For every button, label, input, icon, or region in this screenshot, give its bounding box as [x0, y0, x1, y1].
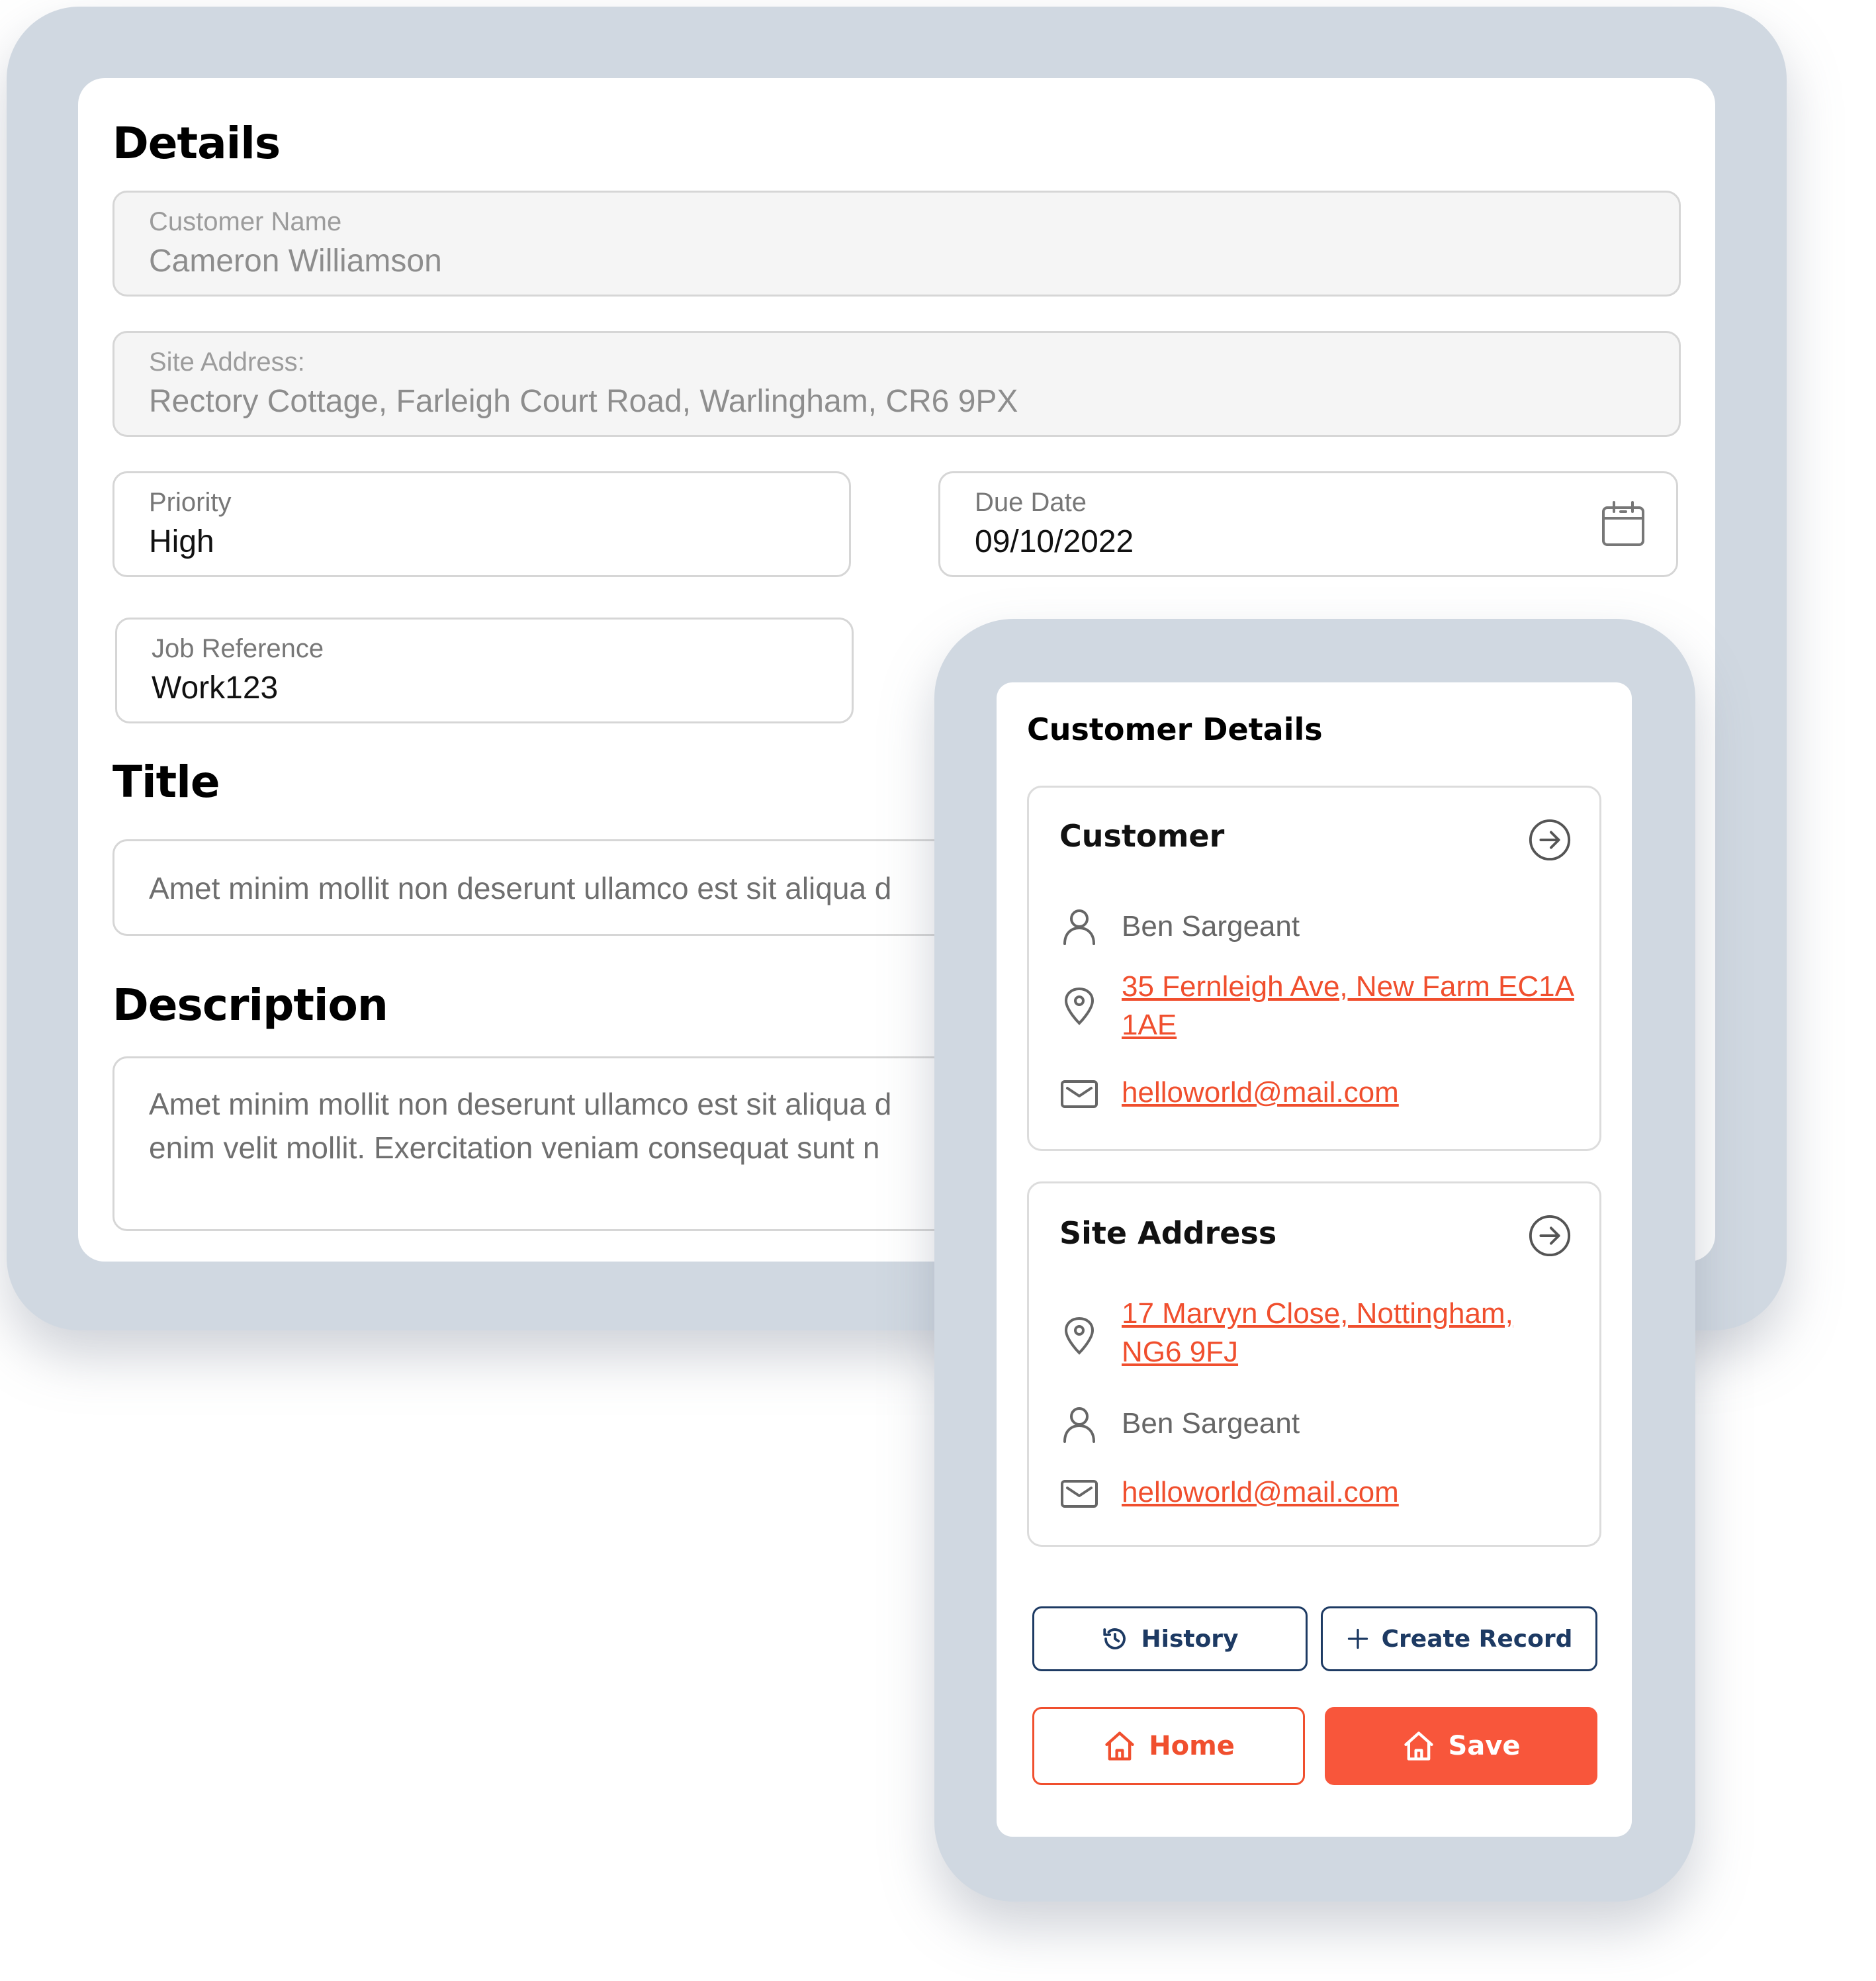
site-email[interactable]: helloworld@mail.com [1122, 1473, 1399, 1512]
details-heading: Details [112, 118, 281, 169]
customer-address-line-2[interactable]: 1AE [1122, 1006, 1177, 1044]
due-date-field[interactable]: Due Date 09/10/2022 [938, 471, 1678, 577]
customer-name-label: Customer Name [149, 207, 342, 236]
home-button-label: Home [1149, 1731, 1235, 1761]
user-icon [1063, 1407, 1095, 1443]
customer-details-panel: Customer Details Customer Ben Sargeant 3… [997, 682, 1632, 1837]
site-address-card: Site Address 17 Marvyn Close, Nottingham… [1027, 1181, 1601, 1547]
mail-icon [1061, 1080, 1098, 1108]
save-button-label: Save [1448, 1731, 1521, 1761]
due-date-value: 09/10/2022 [975, 524, 1134, 559]
priority-value: High [149, 524, 214, 559]
home-icon [1404, 1731, 1434, 1761]
site-address-line-1[interactable]: 17 Marvyn Close, Nottingham, [1122, 1295, 1513, 1333]
description-line-1: Amet minim mollit non deserunt ullamco e… [149, 1087, 892, 1121]
description-line-2: enim velit mollit. Exercitation veniam c… [149, 1130, 880, 1165]
home-button[interactable]: Home [1032, 1707, 1305, 1785]
user-icon [1063, 909, 1095, 945]
customer-name: Ben Sargeant [1122, 910, 1300, 943]
job-reference-field[interactable]: Job Reference Work123 [115, 618, 854, 723]
title-heading: Title [112, 757, 220, 807]
site-address-card-title: Site Address [1059, 1215, 1277, 1251]
job-reference-label: Job Reference [152, 634, 324, 663]
customer-details-heading: Customer Details [1027, 712, 1323, 747]
site-address-label: Site Address: [149, 347, 305, 377]
save-button[interactable]: Save [1325, 1707, 1597, 1785]
customer-email[interactable]: helloworld@mail.com [1122, 1074, 1399, 1112]
customer-name-value: Cameron Williamson [149, 244, 442, 279]
history-button-label: History [1141, 1625, 1239, 1653]
arrow-right-circle-icon[interactable] [1528, 818, 1572, 862]
site-address-line-2[interactable]: NG6 9FJ [1122, 1333, 1238, 1371]
customer-address-line-1[interactable]: 35 Fernleigh Ave, New Farm EC1A [1122, 968, 1574, 1006]
description-heading: Description [112, 980, 388, 1031]
location-pin-icon [1064, 987, 1094, 1025]
due-date-label: Due Date [975, 488, 1087, 517]
customer-name-field: Customer Name Cameron Williamson [112, 191, 1681, 297]
history-button[interactable]: History [1032, 1606, 1308, 1671]
location-pin-icon [1064, 1316, 1094, 1355]
customer-card: Customer Ben Sargeant 35 Fernleigh Ave, … [1027, 786, 1601, 1151]
create-record-button[interactable]: Create Record [1321, 1606, 1597, 1671]
title-input-value: Amet minim mollit non deserunt ullamco e… [149, 871, 892, 905]
site-address-value: Rectory Cottage, Farleigh Court Road, Wa… [149, 384, 1018, 419]
mail-icon [1061, 1480, 1098, 1508]
plus-icon [1347, 1628, 1368, 1649]
priority-field[interactable]: Priority High [112, 471, 851, 577]
arrow-right-circle-icon[interactable] [1528, 1214, 1572, 1258]
priority-label: Priority [149, 488, 232, 517]
site-address-field: Site Address: Rectory Cottage, Farleigh … [112, 331, 1681, 437]
job-reference-value: Work123 [152, 670, 279, 706]
history-icon [1103, 1628, 1126, 1649]
customer-card-title: Customer [1059, 818, 1225, 854]
home-icon [1105, 1731, 1134, 1761]
site-contact-name: Ben Sargeant [1122, 1407, 1300, 1440]
create-record-button-label: Create Record [1381, 1625, 1573, 1653]
calendar-icon[interactable] [1599, 500, 1647, 549]
